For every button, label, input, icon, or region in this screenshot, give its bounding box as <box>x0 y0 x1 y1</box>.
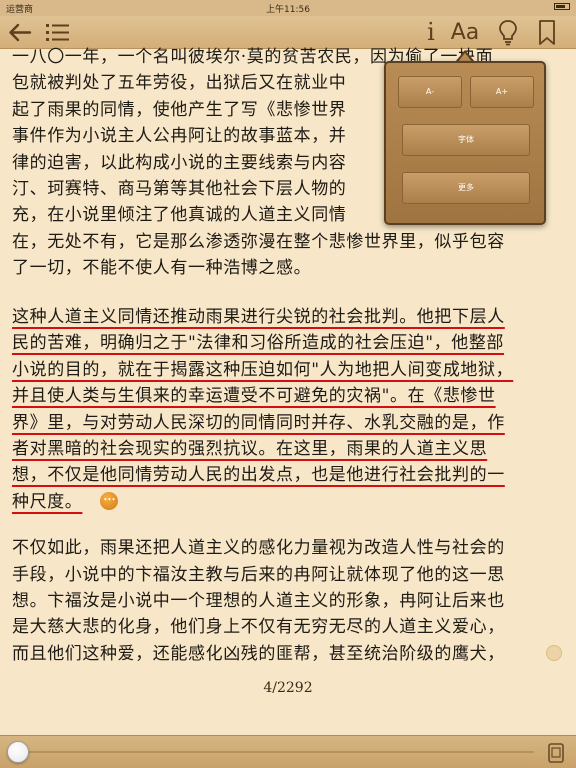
bottom-bar <box>0 735 576 768</box>
paragraph-3: 不仅如此，雨果还把人道主义的感化力量视为改造人性与社会的 手段，小说中的卞福汝主教… <box>12 535 558 667</box>
text-line: 不仅如此，雨果还把人道主义的感化力量视为改造人性与社会的 <box>12 538 505 559</box>
page-slider-track[interactable] <box>14 751 534 753</box>
text-line: 在，无处不有，它是那么渗透弥漫在整个悲惨世界里，似乎包容 <box>12 231 505 252</box>
text-line: 手段，小说中的卞福汝主教与后来的冉阿让就体现了他的这一思 <box>12 564 505 585</box>
battery-icon <box>554 3 570 10</box>
text-line[interactable]: 想，不仅是他同情劳动人民的出发点，也是他进行社会批判的一 <box>12 465 505 485</box>
text-line[interactable]: 种尺度。 <box>12 492 82 512</box>
text-line: 起了雨果的同情，使他产生了写《悲惨世界 <box>12 99 347 120</box>
text-line[interactable]: 这种人道主义同情还推动雨果进行尖锐的社会批判。他把下层人 <box>12 307 505 327</box>
increase-font-button[interactable]: A+ <box>470 76 534 108</box>
text-line: 是大慈大悲的化身，他们身上不仅有无穷无尽的人道主义爱心， <box>12 617 505 638</box>
text-line: 律的迫害，以此构成小说的主要线索与内容 <box>12 152 347 173</box>
text-line: 想。卞福汝是小说中一个理想的人道主义的形象，冉阿让后来也 <box>12 591 505 612</box>
clock: 上午11:56 <box>266 5 310 15</box>
font-family-button[interactable]: 字体 <box>402 124 530 156</box>
page-view-icon[interactable] <box>546 742 566 764</box>
text-line: 汀、珂赛特、商马第等其他社会下层人物的 <box>12 179 347 200</box>
text-line[interactable]: 者对黑暗的社会现实的强烈抗议。在这里，雨果的人道主义思 <box>12 439 487 459</box>
text-line: 而且他们这种爱，还能感化凶残的匪帮，甚至统治阶级的鹰犬， <box>12 643 505 664</box>
text-line[interactable]: 小说的目的，就在于揭露这种压迫如何"人为地把人间变成地狱， <box>12 360 513 380</box>
text-line: 充，在小说里倾注了他真诚的人道主义同情 <box>12 205 347 226</box>
more-settings-button[interactable]: 更多 <box>402 172 530 204</box>
page-slider-thumb[interactable] <box>6 741 29 763</box>
status-bar: 运营商 上午11:56 <box>0 0 576 16</box>
text-line: 包就被判处了五年劳役，出狱后又在就业中 <box>12 73 347 94</box>
text-line: 事件作为小说主人公冉阿让的故事蓝本，并 <box>12 126 347 147</box>
font-settings-popover: A- A+ 字体 更多 <box>384 61 546 225</box>
scroll-knob-icon[interactable] <box>546 645 562 661</box>
decrease-font-button[interactable]: A- <box>398 76 462 108</box>
note-bubble-icon[interactable] <box>100 491 119 510</box>
text-line[interactable]: 界》里，与对劳动人民深切的同情同时并存、水乳交融的是，作 <box>12 413 505 433</box>
text-line[interactable]: 民的苦难，明确归之于"法律和习俗所造成的社会压迫"，他整部 <box>12 333 504 353</box>
paragraph-2-highlighted[interactable]: 这种人道主义同情还推动雨果进行尖锐的社会批判。他把下层人 民的苦难，明确归之于"法… <box>12 304 558 515</box>
battery-indicator <box>551 2 570 12</box>
page-indicator: 4/2292 <box>263 680 313 696</box>
text-line: 了一切，不能不使人有一种浩博之感。 <box>12 258 312 279</box>
text-line[interactable]: 并且使人类与生俱来的幸运遭受不可避免的灾祸"。在《悲惨世 <box>12 386 496 406</box>
